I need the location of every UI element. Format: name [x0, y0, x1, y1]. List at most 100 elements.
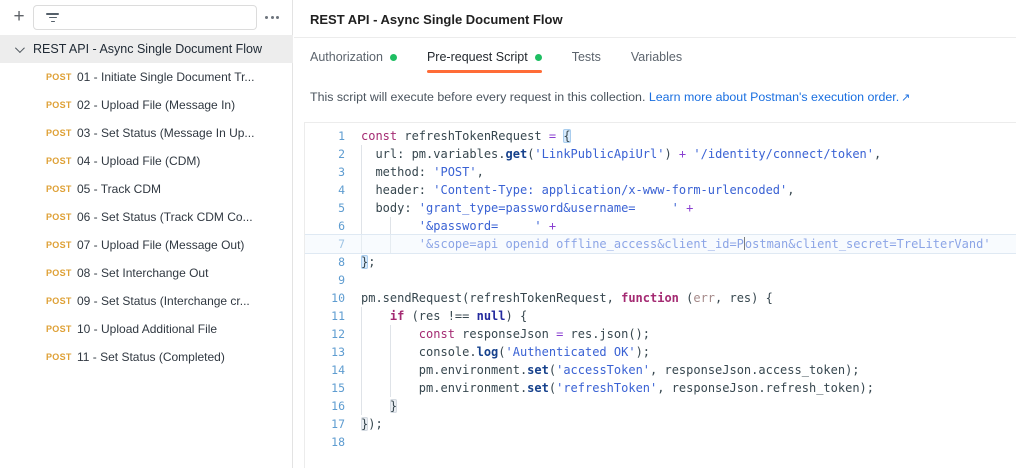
- code-line[interactable]: 14 pm.environment.set('accessToken', res…: [305, 361, 1016, 379]
- status-dot: [390, 54, 397, 61]
- tab-label: Variables: [631, 50, 682, 64]
- execution-order-link[interactable]: Learn more about Postman's execution ord…: [649, 90, 899, 104]
- sidebar-item-request[interactable]: POST 07 - Upload File (Message Out): [0, 231, 293, 259]
- code-line-content: url: pm.variables.get('LinkPublicApiUrl'…: [361, 145, 881, 163]
- line-number: 3: [305, 163, 353, 181]
- line-number: 15: [305, 379, 353, 397]
- external-link-icon: ↗: [901, 92, 910, 104]
- method-badge: POST: [46, 352, 72, 362]
- filter-icon: [46, 13, 59, 24]
- tab-label: Pre-request Script: [427, 50, 528, 64]
- code-line-content: console.log('Authenticated OK');: [361, 343, 650, 361]
- code-line-content: });: [361, 415, 383, 433]
- main-panel: REST API - Async Single Document Flow Au…: [294, 0, 1016, 468]
- more-options-button[interactable]: [263, 12, 281, 23]
- collection-item[interactable]: REST API - Async Single Document Flow: [0, 35, 293, 63]
- code-line[interactable]: 11 if (res !== null) {: [305, 307, 1016, 325]
- sidebar-item-request[interactable]: POST 04 - Upload File (CDM): [0, 147, 293, 175]
- code-line[interactable]: 7 '&scope=api openid offline_access&clie…: [305, 235, 1016, 253]
- tab-label: Tests: [572, 50, 601, 64]
- code-line-content: pm.environment.set('accessToken', respon…: [361, 361, 860, 379]
- line-number: 2: [305, 145, 353, 163]
- code-line[interactable]: 9: [305, 271, 1016, 289]
- tab-tests[interactable]: Tests: [572, 38, 601, 76]
- sidebar-item-request[interactable]: POST 02 - Upload File (Message In): [0, 91, 293, 119]
- sidebar-item-request[interactable]: POST 09 - Set Status (Interchange cr...: [0, 287, 293, 315]
- code-line[interactable]: 5 body: 'grant_type=password&username= '…: [305, 199, 1016, 217]
- code-line[interactable]: 17});: [305, 415, 1016, 433]
- code-line[interactable]: 10pm.sendRequest(refreshTokenRequest, fu…: [305, 289, 1016, 307]
- tab-pre-request-script[interactable]: Pre-request Script: [427, 38, 542, 76]
- line-number: 17: [305, 415, 353, 433]
- line-number: 18: [305, 433, 353, 451]
- code-line[interactable]: 13 console.log('Authenticated OK');: [305, 343, 1016, 361]
- method-badge: POST: [46, 128, 72, 138]
- chevron-down-icon[interactable]: [15, 43, 25, 53]
- code-line-content: const responseJson = res.json();: [361, 325, 650, 343]
- sidebar-item-request[interactable]: POST 05 - Track CDM: [0, 175, 293, 203]
- sidebar: + REST API - Async Single Document Flow …: [0, 0, 293, 468]
- collection-name: REST API - Async Single Document Flow: [33, 42, 262, 56]
- code-line-content: }: [361, 397, 397, 415]
- code-line[interactable]: 1 const refreshTokenRequest = {: [305, 127, 1016, 145]
- sidebar-item-request[interactable]: POST01 - Initiate Single Document Tr...: [0, 63, 293, 91]
- sidebar-item-request[interactable]: POST 03 - Set Status (Message In Up...: [0, 119, 293, 147]
- line-number: 11: [305, 307, 353, 325]
- sidebar-item-request[interactable]: POST06 - Set Status (Track CDM Co...: [0, 203, 293, 231]
- code-line-content: pm.sendRequest(refreshTokenRequest, func…: [361, 289, 773, 307]
- sidebar-item-request[interactable]: POST 10 - Upload Additional File: [0, 315, 293, 343]
- sidebar-item-request[interactable]: POST08 - Set Interchange Out: [0, 259, 293, 287]
- request-name: 05 - Track CDM: [77, 182, 161, 196]
- method-badge: POST: [46, 296, 72, 306]
- code-line-content: '&scope=api openid offline_access&client…: [361, 235, 991, 253]
- method-badge: POST: [46, 184, 72, 194]
- sidebar-item-request[interactable]: POST11 - Set Status (Completed): [0, 343, 293, 371]
- request-name: 04 - Upload File (CDM): [77, 154, 200, 168]
- request-name: 09 - Set Status (Interchange cr...: [77, 294, 250, 308]
- line-number: 4: [305, 181, 353, 199]
- more-horizontal-icon: [265, 16, 268, 19]
- code-line[interactable]: 2 url: pm.variables.get('LinkPublicApiUr…: [305, 145, 1016, 163]
- method-badge: POST: [46, 100, 72, 110]
- tab-authorization[interactable]: Authorization: [310, 38, 397, 76]
- request-name: 10 - Upload Additional File: [77, 322, 217, 336]
- request-name: 02 - Upload File (Message In): [77, 98, 235, 112]
- description-text: This script will execute before every re…: [310, 90, 649, 104]
- line-number: 1: [305, 127, 353, 145]
- line-number: 13: [305, 343, 353, 361]
- code-editor[interactable]: 1const refreshTokenRequest = {2 url: pm.…: [304, 122, 1016, 468]
- method-badge: POST: [46, 324, 72, 334]
- request-name: 07 - Upload File (Message Out): [77, 238, 244, 252]
- status-dot: [535, 54, 542, 61]
- tab-description: This script will execute before every re…: [310, 90, 910, 104]
- code-line-content: const refreshTokenRequest = {: [361, 127, 571, 145]
- search-box[interactable]: [33, 5, 257, 30]
- method-badge: POST: [46, 156, 72, 166]
- code-line[interactable]: 18: [305, 433, 1016, 451]
- tabs: Authorization Pre-request Script Tests Vari…: [294, 38, 1016, 76]
- page-title: REST API - Async Single Document Flow: [310, 12, 563, 27]
- code-line[interactable]: 4 header: 'Content-Type: application/x-w…: [305, 181, 1016, 199]
- code-line[interactable]: 16 }: [305, 397, 1016, 415]
- code-line[interactable]: 15 pm.environment.set('refreshToken', re…: [305, 379, 1016, 397]
- add-button[interactable]: +: [8, 5, 30, 29]
- method-badge: POST: [46, 268, 72, 278]
- line-number: 6: [305, 217, 353, 235]
- line-number: 14: [305, 361, 353, 379]
- code-line-content: body: 'grant_type=password&username= ' +: [361, 199, 693, 217]
- code-line-content: };: [361, 253, 375, 271]
- search-input[interactable]: [66, 7, 251, 28]
- code-line[interactable]: 8};: [305, 253, 1016, 271]
- request-name: 06 - Set Status (Track CDM Co...: [77, 210, 253, 224]
- code-line-content: '&password= ' +: [361, 217, 556, 235]
- code-line[interactable]: 3 method: 'POST',: [305, 163, 1016, 181]
- code-line[interactable]: 12 const responseJson = res.json();: [305, 325, 1016, 343]
- method-badge: POST: [46, 240, 72, 250]
- request-name: 03 - Set Status (Message In Up...: [77, 126, 254, 140]
- line-number: 8: [305, 253, 353, 271]
- code-line-content: header: 'Content-Type: application/x-www…: [361, 181, 795, 199]
- title-row: REST API - Async Single Document Flow: [294, 0, 1016, 38]
- tab-variables[interactable]: Variables: [631, 38, 682, 76]
- line-number: 5: [305, 199, 353, 217]
- code-line[interactable]: 6 '&password= ' +: [305, 217, 1016, 235]
